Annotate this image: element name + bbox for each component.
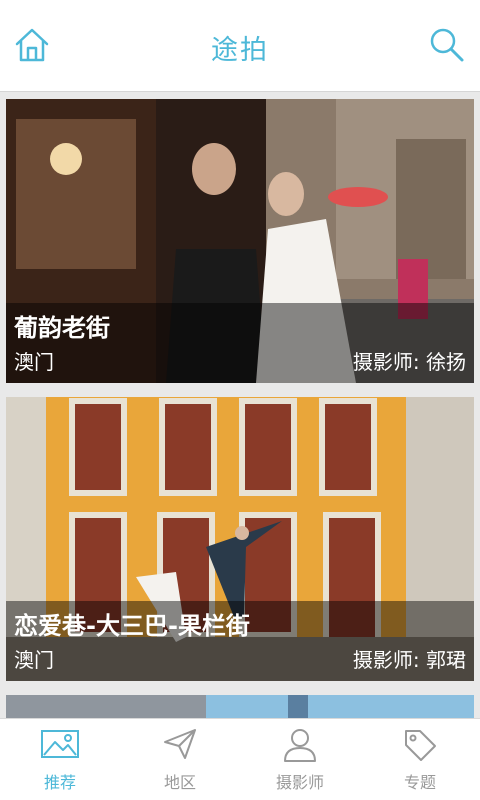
photo-card[interactable]: 葡韵老街 澳门 摄影师: 徐扬: [6, 99, 474, 383]
card-region: 澳门: [14, 648, 54, 672]
image-icon: [41, 730, 79, 758]
tab-label: 摄影师: [275, 773, 324, 792]
tab-region[interactable]: 地区: [120, 719, 240, 800]
tab-topics[interactable]: 专题: [360, 719, 480, 800]
tab-label: 推荐: [43, 773, 76, 792]
page-title: 途拍: [211, 35, 269, 66]
tab-recommend[interactable]: 推荐: [0, 719, 120, 800]
app-header: 途拍: [0, 0, 480, 92]
bottom-tab-bar: 推荐 地区 摄影师 专题: [0, 718, 480, 800]
paper-plane-icon: [164, 729, 196, 759]
card-place-name: 恋爱巷-大三巴-果栏街: [14, 612, 250, 640]
search-button[interactable]: [428, 26, 466, 64]
card-region: 澳门: [14, 350, 54, 374]
tab-label: 专题: [403, 773, 436, 792]
photo-card[interactable]: 恋爱巷-大三巴-果栏街 澳门 摄影师: 郭珺: [6, 397, 474, 681]
card-photographer: 摄影师: 徐扬: [352, 350, 466, 374]
user-icon: [284, 729, 316, 762]
card-photo: [6, 695, 474, 718]
card-place-name: 葡韵老街: [14, 314, 110, 342]
search-icon: [430, 28, 464, 62]
tab-label: 地区: [163, 773, 196, 792]
tab-photographer[interactable]: 摄影师: [240, 719, 360, 800]
card-photographer: 摄影师: 郭珺: [352, 648, 466, 672]
photo-card[interactable]: [6, 695, 474, 718]
feed-list[interactable]: 葡韵老街 澳门 摄影师: 徐扬 恋爱巷-大三巴-果栏街 澳门 摄影师: 郭珺: [0, 92, 480, 718]
tag-icon: [405, 730, 436, 761]
